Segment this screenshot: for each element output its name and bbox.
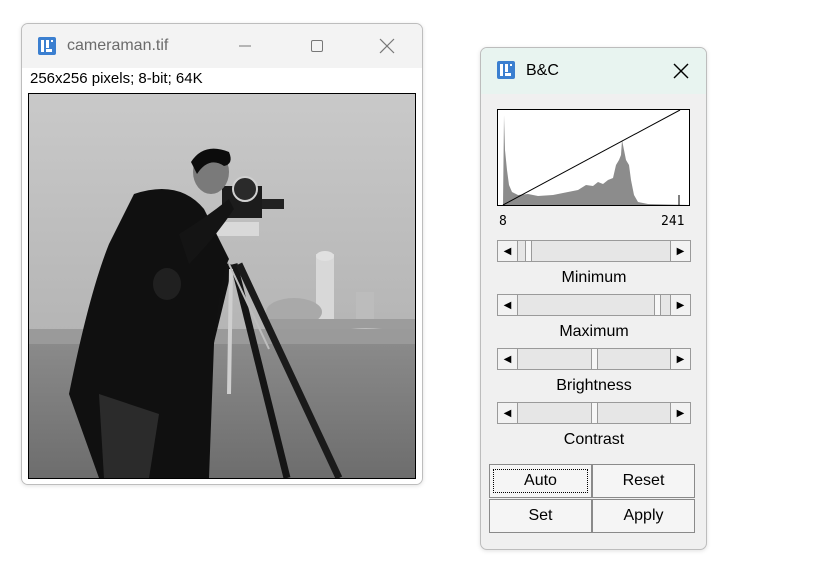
- contrast-slider-track[interactable]: [518, 403, 670, 423]
- close-button[interactable]: [663, 55, 699, 87]
- brightness-slider[interactable]: ◀ ▶: [497, 348, 691, 370]
- image-window-title: cameraman.tif: [67, 37, 169, 54]
- auto-button[interactable]: Auto: [489, 464, 592, 498]
- focus-ring: [493, 469, 588, 493]
- close-button[interactable]: [364, 30, 410, 62]
- imagej-icon: [496, 60, 516, 80]
- maximum-increase-button[interactable]: ▶: [670, 295, 690, 315]
- imagej-icon: [37, 36, 57, 56]
- maximum-label: Maximum: [559, 323, 629, 340]
- maximize-button[interactable]: [294, 30, 340, 62]
- right-arrow-icon: ▶: [676, 407, 685, 419]
- contrast-increase-button[interactable]: ▶: [670, 403, 690, 423]
- histogram-max-label: 241: [661, 214, 685, 229]
- image-window-titlebar[interactable]: cameraman.tif: [22, 24, 422, 68]
- apply-button[interactable]: Apply: [592, 499, 695, 533]
- brightness-contrast-window: B&C 8 241 ◀ ▶ Minimum ◀ ▶ Maximum ◀ ▶ Br…: [480, 47, 707, 550]
- histogram-min-label: 8: [499, 214, 507, 229]
- close-icon: [379, 38, 395, 54]
- minimum-slider-track[interactable]: [518, 241, 670, 261]
- minimum-slider[interactable]: ◀ ▶: [497, 240, 691, 262]
- right-arrow-icon: ▶: [676, 245, 685, 257]
- contrast-slider-thumb[interactable]: [591, 403, 598, 423]
- minimum-decrease-button[interactable]: ◀: [498, 241, 518, 261]
- minimize-icon: [239, 45, 251, 47]
- set-button[interactable]: Set: [489, 499, 592, 533]
- cameraman-image: [29, 94, 415, 480]
- left-arrow-icon: ◀: [503, 407, 512, 419]
- apply-button-label: Apply: [623, 507, 664, 524]
- minimize-button[interactable]: [222, 30, 268, 62]
- reset-button[interactable]: Reset: [592, 464, 695, 498]
- image-window: cameraman.tif 256x256 pixels; 8-bit; 64K: [21, 23, 423, 485]
- image-canvas[interactable]: [28, 93, 416, 480]
- minimum-slider-thumb[interactable]: [525, 241, 532, 261]
- maximize-icon: [311, 40, 323, 52]
- contrast-decrease-button[interactable]: ◀: [498, 403, 518, 423]
- set-button-label: Set: [528, 507, 553, 524]
- image-info-text: 256x256 pixels; 8-bit; 64K: [30, 70, 203, 87]
- maximum-slider[interactable]: ◀ ▶: [497, 294, 691, 316]
- image-info-bar: 256x256 pixels; 8-bit; 64K: [22, 68, 422, 90]
- brightness-increase-button[interactable]: ▶: [670, 349, 690, 369]
- left-arrow-icon: ◀: [503, 299, 512, 311]
- close-icon: [673, 63, 689, 79]
- minimum-label: Minimum: [561, 269, 627, 286]
- contrast-slider[interactable]: ◀ ▶: [497, 402, 691, 424]
- right-arrow-icon: ▶: [676, 353, 685, 365]
- bc-window-titlebar[interactable]: B&C: [481, 48, 706, 94]
- left-arrow-icon: ◀: [503, 353, 512, 365]
- bc-window-title: B&C: [526, 62, 559, 79]
- maximum-decrease-button[interactable]: ◀: [498, 295, 518, 315]
- image-canvas-area: [22, 90, 422, 484]
- left-arrow-icon: ◀: [503, 245, 512, 257]
- minimum-increase-button[interactable]: ▶: [670, 241, 690, 261]
- maximum-slider-track[interactable]: [518, 295, 670, 315]
- brightness-label: Brightness: [556, 377, 632, 394]
- histogram-plot: [497, 109, 690, 206]
- brightness-slider-thumb[interactable]: [591, 349, 598, 369]
- reset-button-label: Reset: [622, 472, 665, 489]
- brightness-decrease-button[interactable]: ◀: [498, 349, 518, 369]
- histogram-graphic: [502, 109, 689, 206]
- brightness-slider-track[interactable]: [518, 349, 670, 369]
- contrast-label: Contrast: [563, 431, 625, 448]
- maximum-slider-thumb[interactable]: [654, 295, 661, 315]
- right-arrow-icon: ▶: [676, 299, 685, 311]
